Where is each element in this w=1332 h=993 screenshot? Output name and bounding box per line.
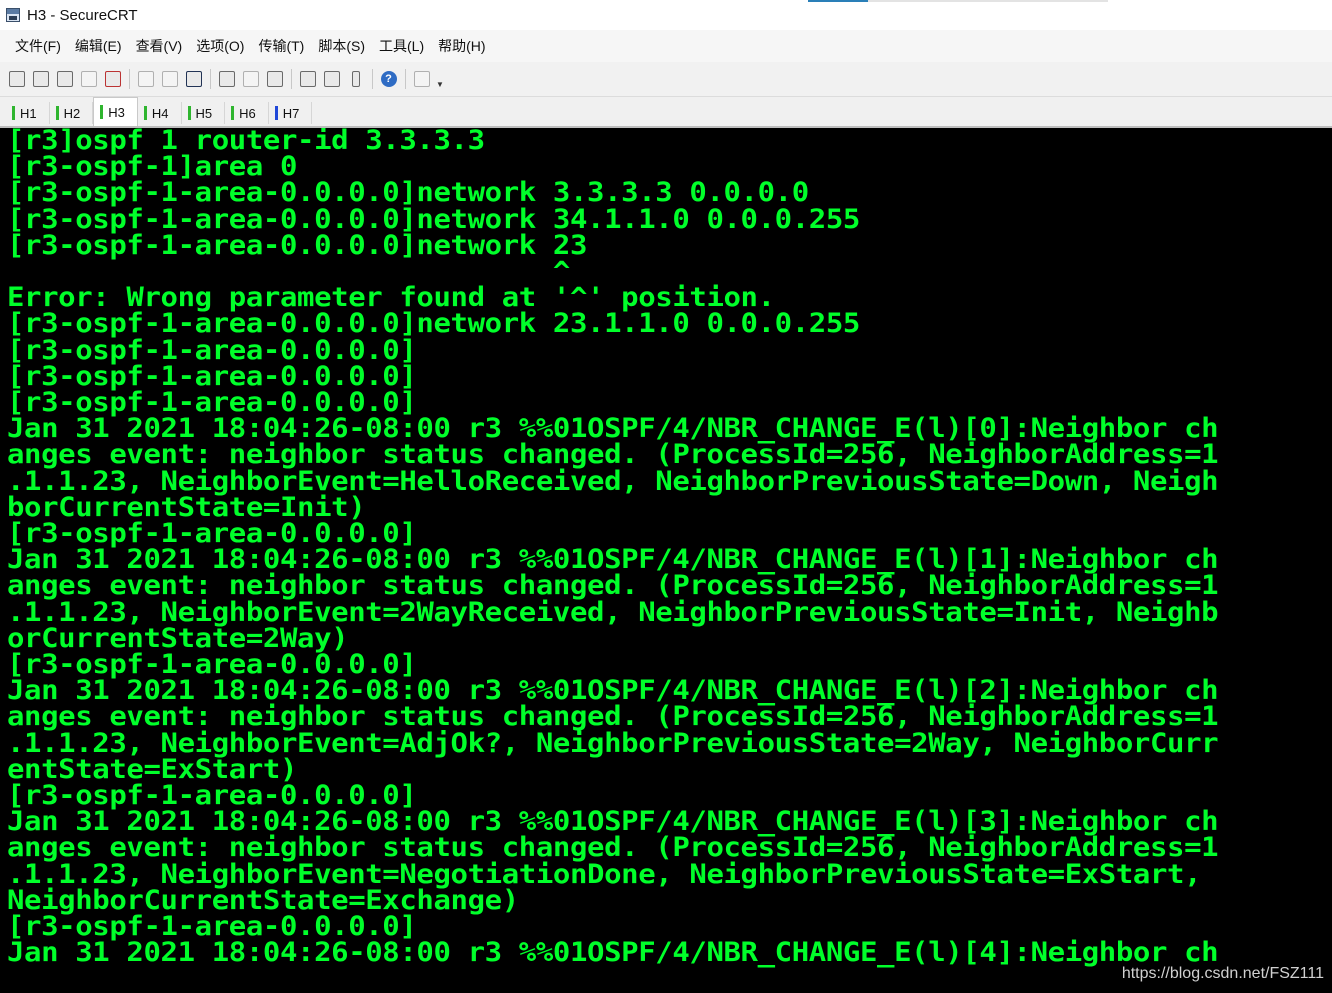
reconnect-icon[interactable] xyxy=(78,69,99,90)
menu-help[interactable]: 帮助(H) xyxy=(431,30,492,62)
terminal-line: [r3-ospf-1-area-0.0.0.0] xyxy=(7,779,417,811)
terminal-line: ^ xyxy=(7,255,570,287)
tab-label: H1 xyxy=(20,105,37,121)
tab-h2[interactable]: H2 xyxy=(50,102,94,124)
menu-view[interactable]: 查看(V) xyxy=(129,30,190,62)
terminal-line: borCurrentState=Init) xyxy=(7,491,366,523)
terminal-line: [r3-ospf-1]area 0 xyxy=(7,150,298,182)
title-accent-line xyxy=(808,0,868,2)
connect-tab-icon[interactable] xyxy=(54,69,75,90)
tab-status-bar xyxy=(274,106,278,120)
window-title: H3 - SecureCRT xyxy=(27,6,138,24)
find-icon[interactable] xyxy=(183,69,204,90)
terminal-line: .1.1.23, NeighborEvent=2WayReceived, Nei… xyxy=(7,595,1219,628)
tab-h3[interactable]: H3 xyxy=(93,97,138,126)
terminal-line: Jan 31 2021 18:04:26-08:00 r3 %%01OSPF/4… xyxy=(7,936,1219,968)
terminal-line: [r3-ospf-1-area-0.0.0.0] xyxy=(7,333,417,366)
toolbar-separator xyxy=(405,69,406,89)
terminal-line: [r3]ospf 1 router-id 3.3.3.3 xyxy=(7,126,485,156)
terminal-line: anges event: neighbor status changed. (P… xyxy=(7,700,1219,733)
terminal-line: [r3-ospf-1-area-0.0.0.0] xyxy=(7,360,417,392)
tab-label: H7 xyxy=(282,105,300,121)
toolbar-dropdown-icon[interactable]: ▼ xyxy=(435,69,445,89)
terminal-line: anges event: neighbor status changed. (P… xyxy=(7,438,1219,471)
copy-icon[interactable] xyxy=(135,69,156,90)
tab-status-bar xyxy=(187,106,191,120)
terminal-line: [r3-ospf-1-area-0.0.0.0]network 34.1.1.0… xyxy=(7,202,860,235)
toolbar-separator xyxy=(210,69,211,89)
tab-status-bar xyxy=(55,106,59,120)
tab-status-bar xyxy=(100,105,104,119)
menu-options[interactable]: 选项(O) xyxy=(189,30,251,62)
menu-bar: 文件(F) 编辑(E) 查看(V) 选项(O) 传输(T) 脚本(S) 工具(L… xyxy=(0,30,1332,62)
menu-file[interactable]: 文件(F) xyxy=(8,30,68,62)
keymap-icon[interactable] xyxy=(345,69,366,90)
connect-icon[interactable] xyxy=(6,69,27,90)
menu-tools[interactable]: 工具(L) xyxy=(372,30,431,62)
tab-status-bar xyxy=(143,106,147,120)
title-accent-line-light xyxy=(868,0,1108,2)
terminal-line: NeighborCurrentState=Exchange) xyxy=(7,884,519,916)
tab-h5[interactable]: H5 xyxy=(182,102,226,124)
watermark-text: https://blog.csdn.net/FSZ111 xyxy=(1121,965,1324,982)
tab-label: H5 xyxy=(195,105,213,121)
terminal-line: Jan 31 2021 18:04:26-08:00 r3 %%01OSPF/4… xyxy=(7,805,1219,837)
quick-connect-icon[interactable] xyxy=(30,69,51,90)
session-tab-bar: H1 H2 H3 H4 H5 H6 H7 xyxy=(0,96,1332,126)
terminal-line: entState=ExStart) xyxy=(7,753,298,785)
menu-transfer[interactable]: 传输(T) xyxy=(251,30,311,62)
help-icon[interactable]: ? xyxy=(378,69,399,90)
terminal-line: Jan 31 2021 18:04:26-08:00 r3 %%01OSPF/4… xyxy=(7,412,1219,444)
print-setup-icon[interactable] xyxy=(216,69,237,90)
paste-icon[interactable] xyxy=(159,69,180,90)
sftp-icon[interactable] xyxy=(411,69,432,90)
toolbar: ? ▼ xyxy=(0,62,1332,96)
terminal-line: anges event: neighbor status changed. (P… xyxy=(7,831,1219,864)
terminal-line: Jan 31 2021 18:04:26-08:00 r3 %%01OSPF/4… xyxy=(7,543,1219,575)
terminal-line: Jan 31 2021 18:04:26-08:00 r3 %%01OSPF/4… xyxy=(7,674,1219,706)
tab-status-bar xyxy=(231,106,235,120)
session-options-icon[interactable] xyxy=(297,69,318,90)
terminal-line: .1.1.23, NeighborEvent=HelloReceived, Ne… xyxy=(7,464,1219,497)
toolbar-separator xyxy=(129,69,130,89)
terminal-line: .1.1.23, NeighborEvent=AdjOk?, NeighborP… xyxy=(7,726,1219,759)
terminal-line: [r3-ospf-1-area-0.0.0.0]network 23.1.1.0… xyxy=(7,307,860,340)
tab-label: H6 xyxy=(239,105,256,121)
tab-h4[interactable]: H4 xyxy=(138,102,182,124)
tab-h6[interactable]: H6 xyxy=(225,102,269,124)
terminal-line: [r3-ospf-1-area-0.0.0.0] xyxy=(7,517,417,549)
terminal-output[interactable]: [r3]ospf 1 router-id 3.3.3.3 [r3-ospf-1]… xyxy=(0,126,1332,993)
tab-h7[interactable]: H7 xyxy=(269,102,313,124)
menu-script[interactable]: 脚本(S) xyxy=(311,30,372,62)
tab-label: H2 xyxy=(63,105,81,121)
securecrt-app-icon[interactable] xyxy=(6,8,20,22)
terminal-line: .1.1.23, NeighborEvent=NegotiationDone, … xyxy=(7,858,1202,890)
print-selection-icon[interactable] xyxy=(240,69,261,90)
toolbar-separator xyxy=(372,69,373,89)
terminal-line: anges event: neighbor status changed. (P… xyxy=(7,569,1219,602)
terminal-line: Error: Wrong parameter found at '^' posi… xyxy=(7,281,775,313)
terminal-line: [r3-ospf-1-area-0.0.0.0]network 23 xyxy=(7,229,588,261)
terminal-line: [r3-ospf-1-area-0.0.0.0] xyxy=(7,648,417,680)
toolbar-separator xyxy=(291,69,292,89)
terminal-line: [r3-ospf-1-area-0.0.0.0]network 3.3.3.3 … xyxy=(7,176,809,209)
title-bar: H3 - SecureCRT xyxy=(0,0,1332,30)
terminal-line: [r3-ospf-1-area-0.0.0.0] xyxy=(7,910,417,942)
tab-label: H4 xyxy=(151,105,169,121)
print-icon[interactable] xyxy=(264,69,285,90)
terminal-line: orCurrentState=2Way) xyxy=(7,622,349,654)
global-options-icon[interactable] xyxy=(321,69,342,90)
disconnect-icon[interactable] xyxy=(102,69,123,90)
tab-status-bar xyxy=(12,106,15,120)
terminal-line: [r3-ospf-1-area-0.0.0.0] xyxy=(7,386,417,418)
menu-edit[interactable]: 编辑(E) xyxy=(68,30,129,62)
tab-label: H3 xyxy=(108,104,125,120)
tab-h1[interactable]: H1 xyxy=(6,102,50,124)
